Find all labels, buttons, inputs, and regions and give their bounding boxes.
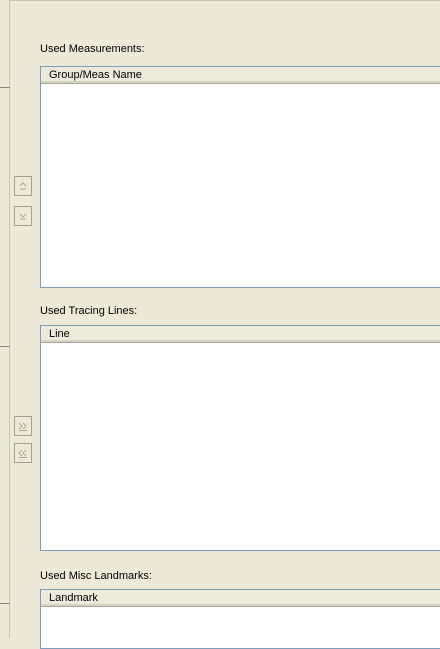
used-tracing-lines-label: Used Tracing Lines:: [40, 305, 138, 317]
used-tracing-lines-list[interactable]: Line: [40, 325, 440, 551]
divider-tick: [0, 603, 10, 604]
column-header-group-meas-name[interactable]: Group/Meas Name: [41, 67, 440, 84]
divider-tick: [0, 346, 10, 347]
remove-button[interactable]: [14, 443, 32, 463]
panel-divider: [9, 0, 10, 638]
header-shade: [41, 340, 440, 342]
caret-down-icon: [19, 211, 27, 221]
column-header-line[interactable]: Line: [41, 326, 440, 343]
double-chevron-right-icon: [18, 421, 28, 431]
caret-up-icon: [19, 181, 27, 191]
column-header-landmark[interactable]: Landmark: [41, 590, 440, 607]
top-border: [10, 0, 440, 1]
add-button[interactable]: [14, 416, 32, 436]
used-misc-landmarks-label: Used Misc Landmarks:: [40, 570, 152, 582]
move-up-button[interactable]: [14, 176, 32, 196]
column-header-label: Landmark: [49, 592, 98, 604]
column-header-label: Line: [49, 328, 70, 340]
double-chevron-left-icon: [18, 448, 28, 458]
column-header-label: Group/Meas Name: [49, 69, 142, 81]
header-shade: [41, 81, 440, 83]
header-shade: [41, 604, 440, 606]
used-measurements-list[interactable]: Group/Meas Name: [40, 66, 440, 288]
used-misc-landmarks-list[interactable]: Landmark: [40, 589, 440, 649]
divider-tick: [0, 87, 10, 88]
move-down-button[interactable]: [14, 206, 32, 226]
used-measurements-label: Used Measurements:: [40, 43, 145, 55]
